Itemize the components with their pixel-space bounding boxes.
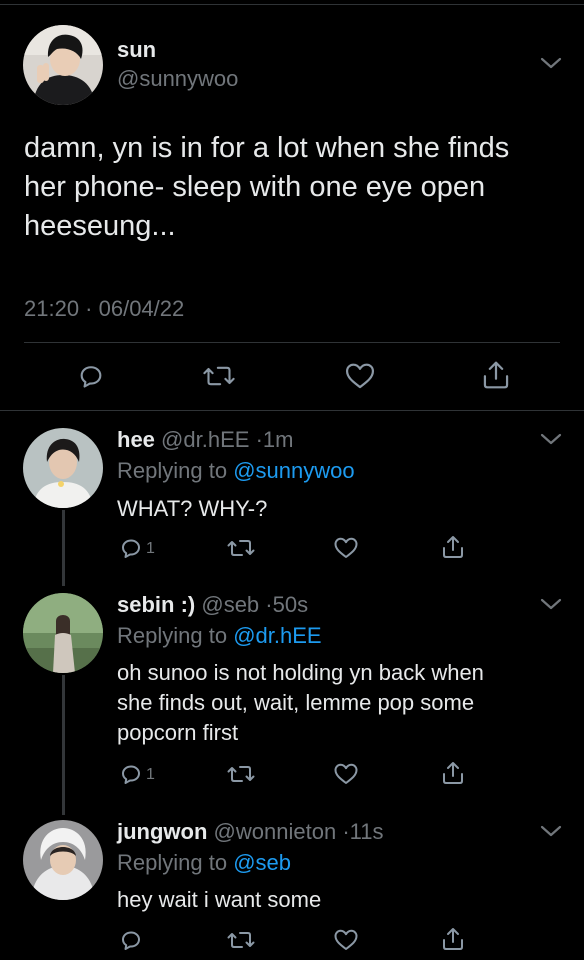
reply-count: 1 (146, 540, 155, 557)
reply-header: sebin :) @seb ·50s (117, 592, 308, 618)
chevron-down-icon[interactable] (540, 597, 562, 611)
thread-line (62, 510, 65, 586)
author-name[interactable]: sun (117, 37, 156, 63)
separator-dot: · (265, 592, 273, 617)
reply-count: 1 (146, 766, 155, 783)
reply-icon[interactable] (119, 928, 143, 952)
avatar-sebin[interactable] (23, 593, 103, 673)
replying-to-mention[interactable]: @seb (233, 850, 291, 875)
reply-icon[interactable] (119, 762, 143, 786)
tweet-text: damn, yn is in for a lot when she finds … (24, 132, 510, 242)
share-icon[interactable] (441, 926, 465, 952)
reply-text: oh sunoo is not holding yn back when she… (117, 660, 484, 745)
reply-icon[interactable] (77, 362, 105, 390)
replying-to-label: Replying to (117, 623, 228, 648)
replying-to-mention[interactable]: @dr.hEE (233, 623, 321, 648)
like-icon[interactable] (333, 928, 359, 952)
avatar-sun[interactable] (23, 25, 103, 105)
reply-author-name[interactable]: hee (117, 427, 155, 452)
chevron-down-icon[interactable] (540, 432, 562, 446)
thread-line (62, 675, 65, 815)
chevron-down-icon[interactable] (540, 824, 562, 838)
reply-icon[interactable] (119, 536, 143, 560)
replying-to-label: Replying to (117, 458, 228, 483)
avatar-hee[interactable] (23, 428, 103, 508)
tweet-timestamp[interactable]: 21:20 · 06/04/22 (24, 296, 184, 322)
retweet-icon[interactable] (202, 362, 236, 390)
retweet-icon[interactable] (227, 762, 255, 786)
separator-dot: · (342, 819, 350, 844)
reply-author-name[interactable]: sebin :) (117, 592, 195, 617)
reply-author-name[interactable]: jungwon (117, 819, 207, 844)
author-handle[interactable]: @sunnywoo (117, 66, 238, 92)
share-icon[interactable] (441, 534, 465, 560)
reply-header: jungwon @wonnieton ·11s (117, 819, 383, 845)
replying-to: Replying to @seb (117, 850, 291, 876)
share-icon[interactable] (441, 760, 465, 786)
replying-to-mention[interactable]: @sunnywoo (233, 458, 354, 483)
avatar-jungwon[interactable] (23, 820, 103, 900)
like-icon[interactable] (344, 361, 376, 391)
reply-header: hee @dr.hEE ·1m (117, 427, 293, 453)
separator-dot: · (255, 427, 263, 452)
reply-age[interactable]: 1m (263, 427, 294, 452)
reply-age[interactable]: 50s (273, 592, 308, 617)
replying-to: Replying to @dr.hEE (117, 623, 322, 649)
chevron-down-icon[interactable] (540, 56, 562, 70)
divider (0, 410, 584, 411)
replying-to-label: Replying to (117, 850, 228, 875)
reply-author-handle[interactable]: @dr.hEE (161, 427, 249, 452)
divider (24, 342, 560, 343)
like-icon[interactable] (333, 762, 359, 786)
reply-text: WHAT? WHY-? (117, 496, 268, 521)
replying-to: Replying to @sunnywoo (117, 458, 355, 484)
retweet-icon[interactable] (227, 536, 255, 560)
reply-author-handle[interactable]: @seb (201, 592, 259, 617)
reply-age[interactable]: 11s (350, 819, 384, 844)
reply-text: hey wait i want some (117, 887, 322, 912)
reply-author-handle[interactable]: @wonnieton (214, 819, 337, 844)
retweet-icon[interactable] (227, 928, 255, 952)
top-divider (0, 4, 584, 5)
like-icon[interactable] (333, 536, 359, 560)
share-icon[interactable] (481, 359, 511, 391)
